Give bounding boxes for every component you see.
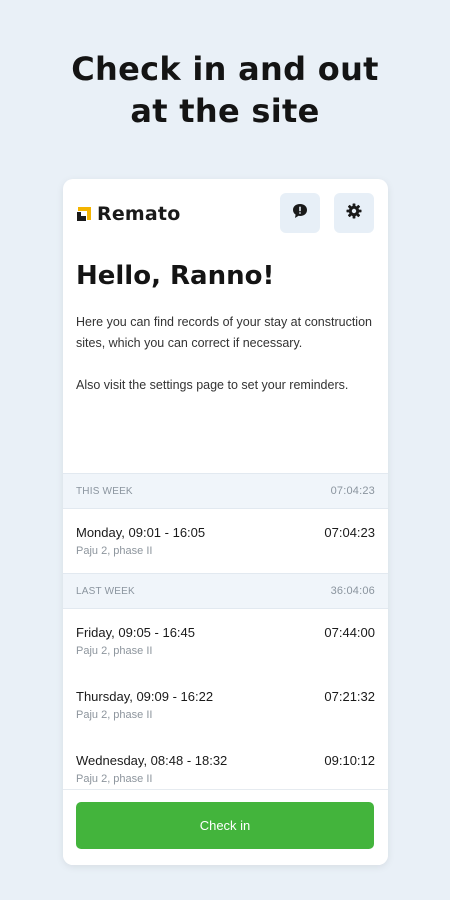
records-list: THIS WEEK 07:04:23 Monday, 09:01 - 16:05… [63,473,388,801]
logo: Remato [76,203,180,225]
record-duration: 09:10:12 [324,753,375,768]
app-screen: Remato Hello, Ranno! Here you can find r… [63,179,388,865]
record-site: Paju 2, phase II [76,545,153,557]
intro-paragraph-2: Also visit the settings page to set your… [76,378,349,392]
headline: Check in and out at the site [0,48,450,132]
record-item[interactable]: Thursday, 09:09 - 16:22 Paju 2, phase II… [63,673,388,737]
section-label: LAST WEEK [76,585,135,597]
section-total: 07:04:23 [330,485,375,497]
record-item[interactable]: Friday, 09:05 - 16:45 Paju 2, phase II 0… [63,609,388,673]
settings-button[interactable] [334,193,374,233]
record-title: Thursday, 09:09 - 16:22 [76,689,214,704]
chat-bubble-exclamation-icon [291,202,309,225]
footer-bar: Check in [63,789,388,865]
greeting-heading: Hello, Ranno! [76,261,275,291]
brand-name: Remato [97,203,181,225]
record-duration: 07:21:32 [324,689,375,704]
intro-paragraph-1: Here you can find records of your stay a… [76,315,372,350]
record-duration: 07:44:00 [324,625,375,640]
record-duration: 07:04:23 [324,525,375,540]
top-bar: Remato [63,179,388,245]
record-title: Wednesday, 08:48 - 18:32 [76,753,228,768]
remato-logo-icon [76,206,92,222]
headline-line-1: Check in and out [71,50,379,88]
gear-icon [345,202,363,225]
section-label: THIS WEEK [76,485,133,497]
section-header-last-week: LAST WEEK 36:04:06 [63,573,388,609]
section-total: 36:04:06 [330,585,375,597]
section-header-this-week: THIS WEEK 07:04:23 [63,473,388,509]
chat-button[interactable] [280,193,320,233]
record-title: Friday, 09:05 - 16:45 [76,625,195,640]
record-site: Paju 2, phase II [76,645,153,657]
record-item[interactable]: Monday, 09:01 - 16:05 Paju 2, phase II 0… [63,509,388,573]
record-site: Paju 2, phase II [76,709,153,721]
headline-line-2: at the site [130,92,320,130]
record-title: Monday, 09:01 - 16:05 [76,525,206,540]
check-in-button[interactable]: Check in [76,802,374,849]
intro-text: Here you can find records of your stay a… [76,312,372,396]
record-site: Paju 2, phase II [76,773,153,785]
